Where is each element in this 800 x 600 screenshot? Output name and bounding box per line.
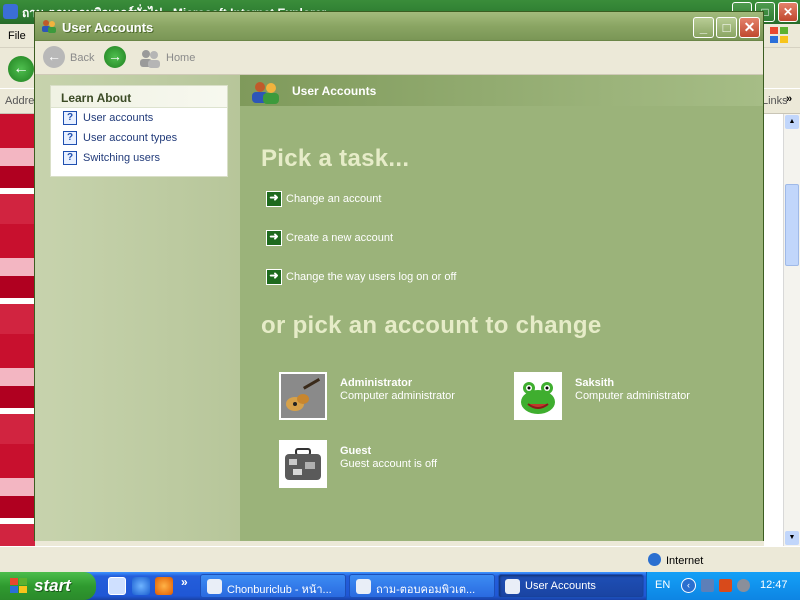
menu-file[interactable]: File [8,30,26,42]
minimize-button[interactable]: _ [693,17,714,38]
account-type: Computer administrator [340,390,455,402]
start-button[interactable]: start [0,572,96,600]
page-rose-background [0,114,35,546]
account-guest[interactable]: Guest Guest account is off [279,440,499,490]
user-accounts-icon [505,579,520,594]
taskbar-task-forum[interactable]: ถาม-ตอบคอมพิวเต... [349,574,495,598]
account-administrator[interactable]: Administrator Computer administrator [279,372,499,422]
account-saksith[interactable]: Saksith Computer administrator [514,372,744,422]
ie-vertical-scrollbar[interactable]: ▲ ▼ [783,114,800,546]
maximize-button[interactable]: □ [716,17,737,38]
power-icon[interactable] [719,579,732,592]
learn-item-label[interactable]: User account types [83,132,177,144]
internet-explorer-icon[interactable] [132,577,150,595]
taskbar-task-user-accounts[interactable]: User Accounts [498,574,644,598]
account-type: Guest account is off [340,458,438,470]
home-button[interactable]: Home [166,52,195,64]
security-zone: Internet [648,553,703,567]
scroll-up-icon[interactable]: ▲ [785,115,799,129]
ie-icon [3,4,18,19]
help-question-icon: ? [63,151,77,165]
learn-about-heading: Learn About [51,86,227,108]
frog-picture-icon[interactable] [514,372,562,420]
ua-title: User Accounts [62,20,154,35]
internet-globe-icon [648,553,661,566]
account-name[interactable]: Saksith [575,377,614,389]
user-accounts-window: User Accounts _ □ ✕ ← Back → Home Learn … [34,11,764,541]
ie-statusbar: Internet [0,546,800,572]
taskbar: start » Chonburiclub - หน้า... ถาม-ตอบคอ… [0,572,800,600]
windows-logo-icon [770,27,788,43]
learn-item-user-accounts[interactable]: ? User accounts [51,108,227,128]
taskbar-task-chonburiclub[interactable]: Chonburiclub - หน้า... [200,574,346,598]
learn-item-label[interactable]: User accounts [83,112,153,124]
pick-task-heading: Pick a task... [261,145,410,172]
green-arrow-icon: ➜ [266,269,282,285]
zone-label: Internet [666,555,704,567]
internet-explorer-icon [207,579,222,594]
learn-item-user-account-types[interactable]: ? User account types [51,128,227,148]
security-shield-icon[interactable] [737,579,750,592]
main-pane: User Accounts Pick a task... ➜ Change an… [240,75,763,541]
main-header: User Accounts [240,75,763,106]
links-label[interactable]: Links [762,95,788,107]
left-task-pane: Learn About ? User accounts ? User accou… [35,75,240,541]
green-arrow-icon: ➜ [266,191,282,207]
ua-navbar: ← Back → Home [35,41,763,75]
taskbar-task-label: Chonburiclub - หน้า... [227,584,332,596]
page-content-edge [764,114,784,546]
show-desktop-icon[interactable] [108,577,126,595]
user-accounts-icon [252,82,279,104]
suitcase-picture-icon[interactable] [279,440,327,488]
network-icon[interactable] [701,579,714,592]
help-question-icon: ? [63,111,77,125]
account-type: Computer administrator [575,390,690,402]
media-player-icon[interactable] [155,577,173,595]
task-label[interactable]: Change the way users log on or off [286,271,456,283]
pick-account-heading: or pick an account to change [261,312,602,339]
ua-titlebar[interactable]: User Accounts _ □ ✕ [35,12,763,41]
quick-launch-chevron-icon[interactable]: » [181,575,188,589]
learn-item-label[interactable]: Switching users [83,152,160,164]
forward-arrow-icon[interactable]: → [104,46,126,68]
task-label[interactable]: Create a new account [286,232,393,244]
back-button[interactable]: Back [70,52,94,64]
account-name[interactable]: Guest [340,445,371,457]
language-indicator[interactable]: EN [655,579,670,591]
green-arrow-icon: ➜ [266,230,282,246]
close-button[interactable]: ✕ [739,17,760,38]
ie-back-arrow-icon[interactable]: ← [8,56,34,82]
internet-explorer-icon [356,579,371,594]
taskbar-task-label: User Accounts [525,580,596,592]
main-header-title: User Accounts [292,84,377,98]
scroll-down-icon[interactable]: ▼ [785,531,799,545]
home-users-icon[interactable] [139,48,161,68]
guitar-picture-icon[interactable] [279,372,327,420]
scroll-thumb[interactable] [785,184,799,266]
back-arrow-icon[interactable]: ← [43,46,65,68]
user-accounts-icon [42,20,56,33]
learn-about-box: Learn About ? User accounts ? User accou… [50,85,228,177]
taskbar-task-label: ถาม-ตอบคอมพิวเต... [376,584,476,596]
links-chevron-icon[interactable]: » [786,93,792,105]
account-name[interactable]: Administrator [340,377,412,389]
help-question-icon: ? [63,131,77,145]
ie-close-button[interactable]: ✕ [778,2,798,22]
system-tray: EN ‹ 12:47 [646,572,800,600]
windows-flag-icon [10,578,27,593]
start-label: start [34,576,71,595]
task-label[interactable]: Change an account [286,193,381,205]
tray-expand-icon[interactable]: ‹ [681,578,696,593]
learn-item-switching-users[interactable]: ? Switching users [51,148,227,168]
clock[interactable]: 12:47 [760,579,788,591]
